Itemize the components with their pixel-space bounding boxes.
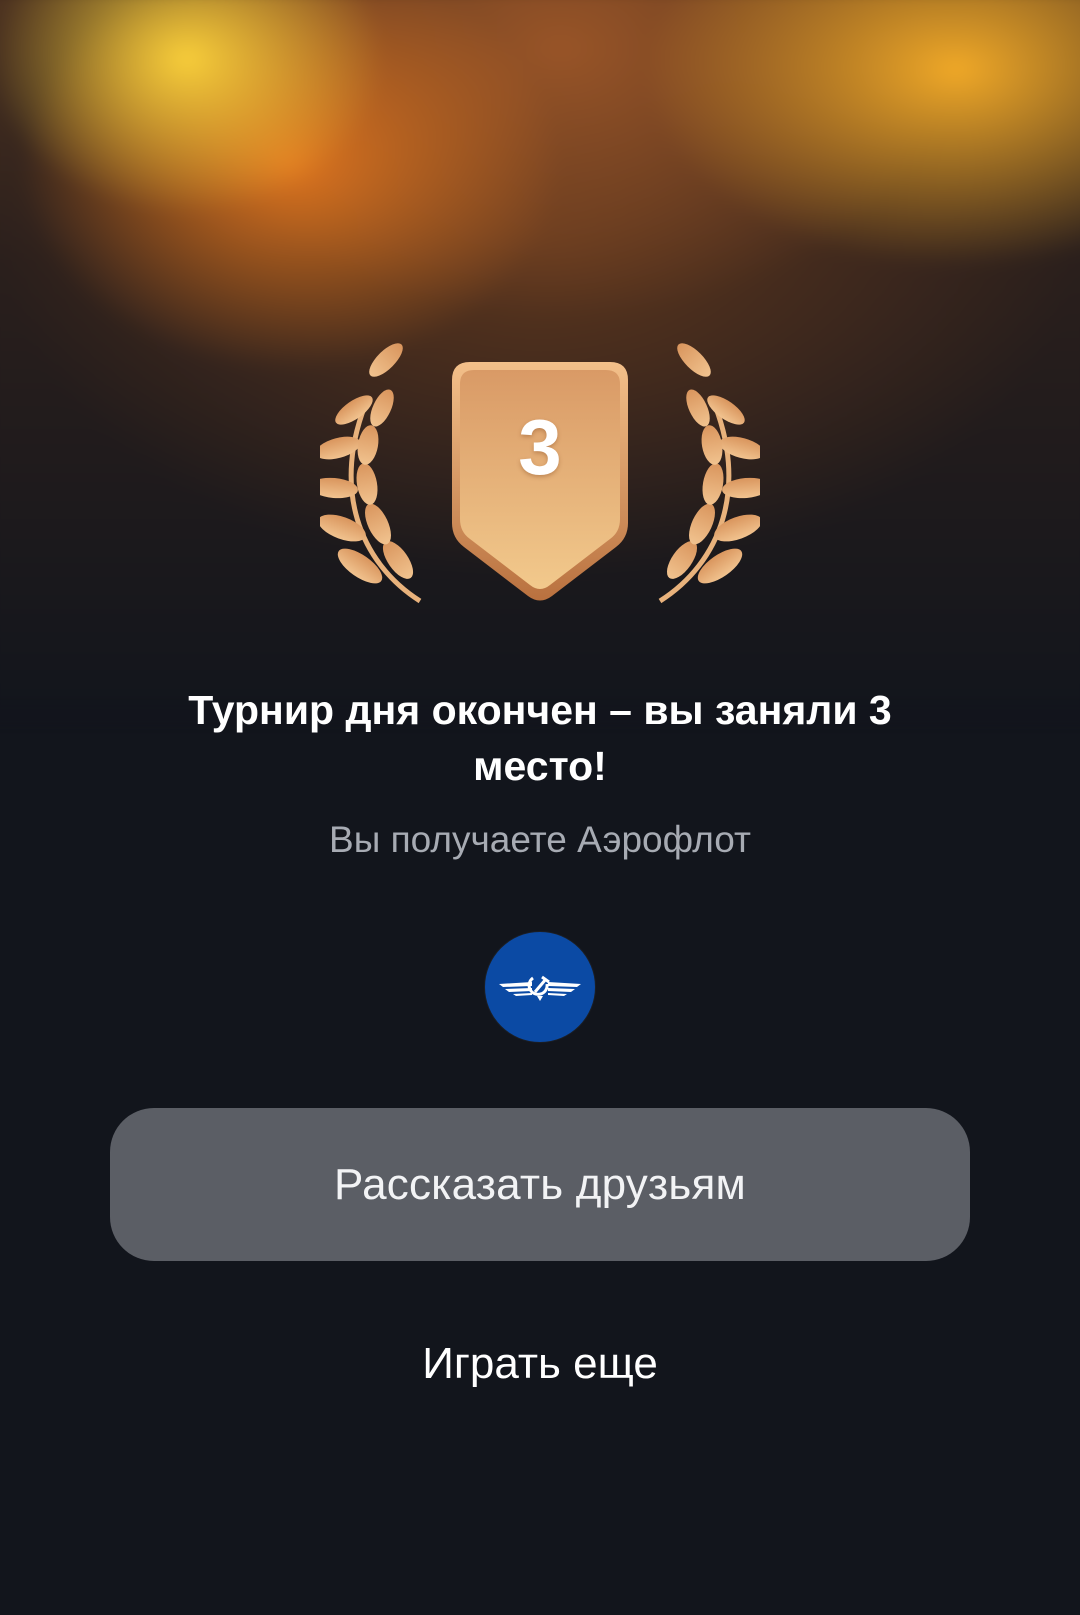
reward-text: Вы получаете Аэрофлот	[329, 819, 751, 860]
aeroflot-logo	[485, 932, 595, 1042]
place-medal: 3	[320, 338, 760, 623]
play-again-link[interactable]: Играть еще	[340, 1334, 740, 1394]
tournament-result-screen: 3 Турнир дня окончен – вы заняли 3 место…	[0, 0, 1080, 1615]
aeroflot-winged-logo-icon	[499, 975, 581, 1001]
place-number: 3	[518, 403, 562, 491]
share-with-friends-button[interactable]: Рассказать друзьям	[110, 1108, 970, 1261]
result-title: Турнир дня окончен – вы заняли 3 место!	[188, 687, 892, 789]
